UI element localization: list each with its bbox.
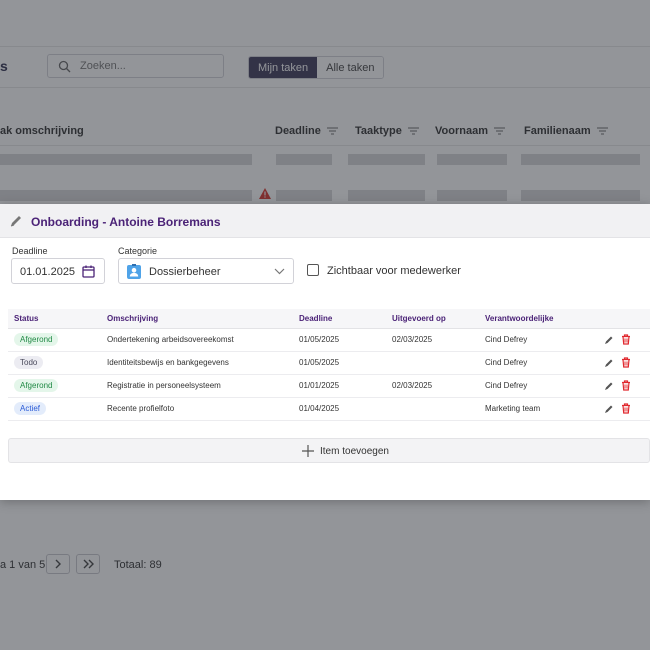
add-item-label: Item toevoegen — [320, 446, 389, 457]
status-badge: Actief — [14, 402, 47, 415]
checklist-table: Status Omschrijving Deadline Uitgevoerd … — [8, 309, 650, 421]
row-owner: Cind Defrey — [485, 351, 604, 375]
status-badge: Afgerond — [14, 379, 59, 392]
checklist-header-row: Status Omschrijving Deadline Uitgevoerd … — [8, 309, 650, 329]
row-description: Ondertekening arbeidsovereekomst — [107, 328, 299, 352]
add-item-button[interactable]: Item toevoegen — [8, 438, 650, 463]
table-row[interactable]: Todo Identiteitsbewijs en bankgegevens 0… — [8, 351, 650, 375]
table-row[interactable]: Afgerond Ondertekening arbeidsovereekoms… — [8, 328, 650, 352]
trash-icon[interactable] — [621, 403, 631, 414]
row-actions — [604, 380, 650, 391]
edit-icon[interactable] — [604, 358, 614, 368]
trash-icon[interactable] — [621, 380, 631, 391]
visible-for-employee-checkbox[interactable] — [307, 264, 319, 276]
trash-icon[interactable] — [621, 334, 631, 345]
edit-icon[interactable] — [604, 335, 614, 345]
row-deadline: 01/04/2025 — [299, 397, 392, 421]
status-badge: Todo — [14, 356, 44, 369]
col-uitgevoerd-op: Uitgevoerd op — [392, 309, 485, 329]
row-owner: Cind Defrey — [485, 374, 604, 398]
trash-icon[interactable] — [621, 357, 631, 368]
row-actions — [604, 403, 650, 414]
col-status: Status — [8, 309, 107, 329]
deadline-label: Deadline — [12, 246, 48, 256]
deadline-value: 01.01.2025 — [20, 266, 76, 278]
row-actions — [604, 334, 650, 345]
row-done-on: 02/03/2025 — [392, 328, 485, 352]
edit-icon[interactable] — [604, 381, 614, 391]
edit-icon[interactable] — [604, 404, 614, 414]
row-owner: Cind Defrey — [485, 328, 604, 352]
row-done-on: 02/03/2025 — [392, 374, 485, 398]
row-deadline: 01/01/2025 — [299, 374, 392, 398]
col-omschrijving: Omschrijving — [107, 309, 299, 329]
modal-title: Onboarding - Antoine Borremans — [31, 215, 221, 229]
row-owner: Marketing team — [485, 397, 604, 421]
status-badge: Afgerond — [14, 333, 59, 346]
col-verantwoordelijke: Verantwoordelijke — [485, 309, 604, 329]
plus-icon — [302, 445, 314, 457]
row-deadline: 01/05/2025 — [299, 351, 392, 375]
category-select[interactable]: Dossierbeheer — [118, 258, 294, 284]
col-actions — [604, 309, 650, 329]
row-actions — [604, 357, 650, 368]
calendar-icon[interactable] — [82, 265, 95, 278]
row-description: Recente profielfoto — [107, 397, 299, 421]
modal-header: Onboarding - Antoine Borremans — [0, 204, 650, 238]
visible-for-employee-label[interactable]: Zichtbaar voor medewerker — [327, 265, 461, 277]
row-done-on — [392, 397, 485, 421]
contact-card-icon — [127, 264, 141, 279]
table-row[interactable]: Afgerond Registratie in personeelsysteem… — [8, 374, 650, 398]
deadline-date-field[interactable]: 01.01.2025 — [11, 258, 105, 284]
category-label: Categorie — [118, 246, 158, 256]
category-value: Dossierbeheer — [149, 266, 221, 278]
row-description: Identiteitsbewijs en bankgegevens — [107, 351, 299, 375]
table-row[interactable]: Actief Recente profielfoto 01/04/2025 Ma… — [8, 397, 650, 421]
col-deadline: Deadline — [299, 309, 392, 329]
row-description: Registratie in personeelsysteem — [107, 374, 299, 398]
row-deadline: 01/05/2025 — [299, 328, 392, 352]
pencil-icon — [10, 216, 21, 227]
row-done-on — [392, 351, 485, 375]
chevron-down-icon — [274, 268, 285, 275]
